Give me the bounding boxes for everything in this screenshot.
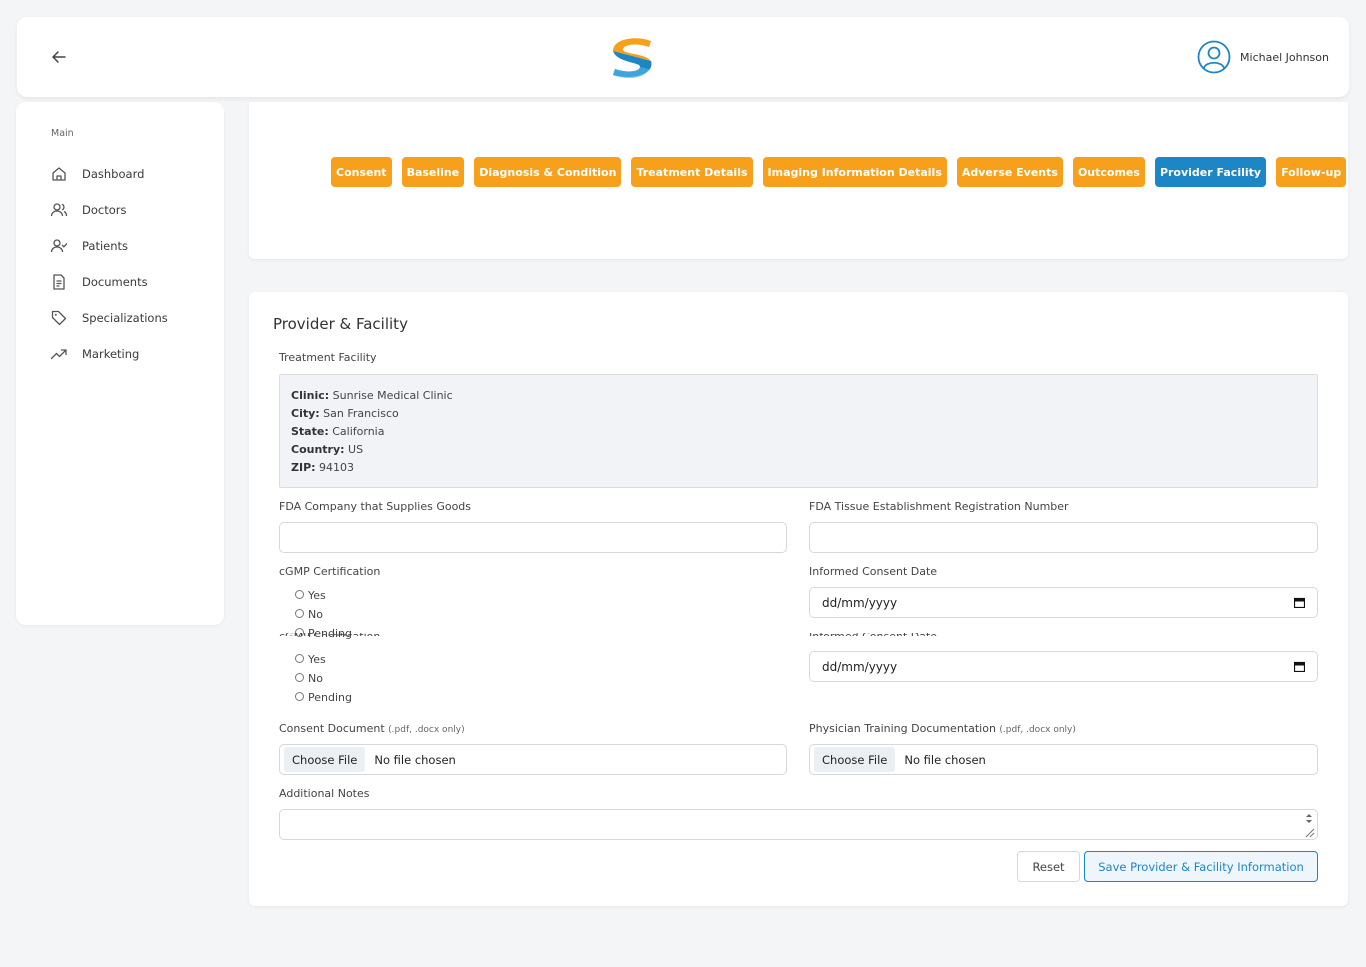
- fda-tissue-label: FDA Tissue Establishment Registration Nu…: [809, 500, 1069, 513]
- tab-imaging-information-details[interactable]: Imaging Information Details: [762, 157, 947, 187]
- treatment-facility-label: Treatment Facility: [279, 351, 377, 364]
- radio-button[interactable]: [295, 589, 304, 599]
- sidebar-item-specializations[interactable]: Specializations: [50, 300, 220, 336]
- tab-adverse-events[interactable]: Adverse Events: [956, 157, 1063, 187]
- cgmp-option-no[interactable]: No: [295, 669, 352, 688]
- sidebar-section-title: Main: [51, 128, 74, 139]
- back-button[interactable]: [47, 45, 71, 69]
- sidebar-item-dashboard[interactable]: Dashboard: [50, 156, 220, 192]
- tag-icon: [51, 310, 67, 326]
- document-icon: [53, 274, 65, 290]
- radio-button[interactable]: [295, 608, 304, 618]
- form-title: Provider & Facility: [273, 315, 408, 333]
- user-check-icon: [50, 239, 68, 253]
- consent-date-label-duplicate: Informed Consent Date: [809, 633, 937, 636]
- sidebar-item-label: Specializations: [82, 311, 168, 325]
- radio-button[interactable]: [295, 672, 304, 682]
- tab-treatment-details[interactable]: Treatment Details: [631, 157, 753, 187]
- user-circle-icon: [1197, 40, 1231, 74]
- facility-clinic: Clinic: Sunrise Medical Clinic: [291, 389, 453, 402]
- fda-company-input[interactable]: [279, 522, 787, 553]
- form-tabs: Consent Baseline Diagnosis & Condition T…: [331, 157, 1347, 187]
- top-bar: Michael Johnson: [17, 17, 1349, 97]
- radio-button[interactable]: [295, 691, 304, 701]
- physician-training-file-input[interactable]: Choose File No file chosen: [809, 744, 1318, 775]
- facility-country: Country: US: [291, 443, 364, 456]
- users-icon: [50, 203, 68, 217]
- tab-follow-up[interactable]: Follow-up: [1276, 157, 1347, 187]
- cgmp-label: cGMP Certification: [279, 565, 381, 578]
- tab-outcomes[interactable]: Outcomes: [1072, 157, 1145, 187]
- cgmp-option-yes[interactable]: Yes: [295, 650, 352, 669]
- cgmp-label-duplicate: cGMP Certification: [279, 633, 380, 636]
- provider-facility-form: Provider & Facility Treatment Facility C…: [249, 292, 1348, 906]
- cgmp-option-pending[interactable]: Pending: [295, 688, 352, 707]
- sidebar-item-label: Marketing: [82, 347, 140, 361]
- fda-company-label: FDA Company that Supplies Goods: [279, 500, 472, 513]
- tab-consent[interactable]: Consent: [331, 157, 392, 187]
- additional-notes-label: Additional Notes: [279, 787, 370, 800]
- reset-button[interactable]: Reset: [1017, 851, 1080, 882]
- home-icon: [52, 167, 66, 181]
- file-status: No file chosen: [374, 752, 456, 767]
- calendar-icon: [1294, 661, 1305, 672]
- form-tabs-card: Consent Baseline Diagnosis & Condition T…: [249, 102, 1348, 259]
- sidebar-item-label: Documents: [82, 275, 148, 289]
- sidebar-item-label: Dashboard: [82, 167, 145, 181]
- physician-training-label: Physician Training Documentation (.pdf, …: [809, 722, 1076, 735]
- tab-provider-facility[interactable]: Provider Facility: [1154, 157, 1267, 187]
- date-placeholder: dd/mm/yyyy: [822, 595, 898, 610]
- file-status: No file chosen: [904, 752, 986, 767]
- choose-file-button[interactable]: Choose File: [284, 747, 366, 772]
- facility-state: State: California: [291, 425, 385, 438]
- s-logo-icon: [613, 38, 652, 78]
- brand-logo[interactable]: [605, 33, 657, 83]
- resize-handle-icon[interactable]: [1303, 812, 1315, 839]
- facility-zip: ZIP: 94103: [291, 461, 355, 474]
- tab-diagnosis-condition[interactable]: Diagnosis & Condition: [474, 157, 622, 187]
- cgmp-radio-group-duplicate: Yes No Pending: [295, 650, 352, 707]
- consent-date-label: Informed Consent Date: [809, 565, 938, 578]
- arrow-left-icon: [52, 51, 66, 63]
- consent-document-file-input[interactable]: Choose File No file chosen: [279, 744, 787, 775]
- trending-up-icon: [50, 349, 67, 360]
- save-provider-facility-button[interactable]: Save Provider & Facility Information: [1084, 851, 1318, 882]
- sidebar-item-label: Doctors: [82, 203, 127, 217]
- cgmp-option-yes[interactable]: Yes: [295, 586, 352, 605]
- sidebar-item-doctors[interactable]: Doctors: [50, 192, 220, 228]
- user-name: Michael Johnson: [1240, 50, 1329, 64]
- sidebar-item-patients[interactable]: Patients: [50, 228, 220, 264]
- sidebar-item-marketing[interactable]: Marketing: [50, 336, 220, 372]
- facility-city: City: San Francisco: [291, 407, 399, 420]
- sidebar: Main Dashboard Doctors Patients Document…: [16, 102, 224, 625]
- calendar-icon: [1294, 597, 1305, 608]
- treatment-facility-info: Clinic: Sunrise Medical Clinic City: San…: [279, 374, 1318, 488]
- user-menu[interactable]: Michael Johnson: [1197, 40, 1329, 74]
- sidebar-nav: Dashboard Doctors Patients Documents Spe…: [50, 156, 220, 372]
- radio-button[interactable]: [295, 653, 304, 663]
- tab-baseline[interactable]: Baseline: [401, 157, 465, 187]
- choose-file-button[interactable]: Choose File: [814, 747, 896, 772]
- additional-notes-textarea[interactable]: [279, 809, 1318, 840]
- date-placeholder: dd/mm/yyyy: [822, 659, 898, 674]
- fda-tissue-input[interactable]: [809, 522, 1318, 553]
- sidebar-item-documents[interactable]: Documents: [50, 264, 220, 300]
- consent-document-label: Consent Document (.pdf, .docx only): [279, 722, 465, 735]
- cgmp-option-no[interactable]: No: [295, 605, 352, 624]
- sidebar-item-label: Patients: [82, 239, 129, 253]
- consent-date-input[interactable]: dd/mm/yyyy: [809, 587, 1318, 618]
- consent-date-input-duplicate[interactable]: dd/mm/yyyy: [809, 651, 1318, 682]
